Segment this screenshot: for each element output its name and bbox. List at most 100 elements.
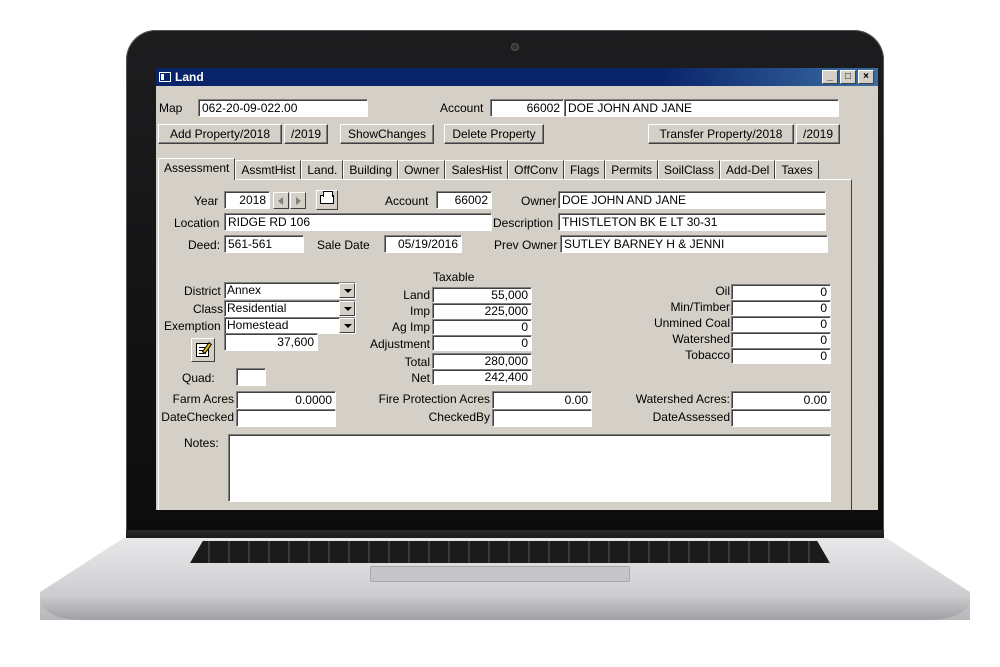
tab-permits[interactable]: Permits (605, 160, 658, 180)
account-name-field[interactable]: DOE JOHN AND JANE (564, 99, 839, 117)
unmined-coal-label: Unmined Coal (653, 316, 730, 330)
prev-year-icon[interactable] (273, 192, 289, 209)
map-field[interactable]: 062-20-09-022.00 (198, 99, 368, 117)
chevron-down-icon[interactable] (339, 318, 355, 333)
tab-land[interactable]: Land. (301, 160, 344, 180)
land-label: Land (403, 288, 430, 302)
minimize-icon[interactable]: _ (822, 70, 838, 84)
land-window: Land _ □ × Map 062-20-09-022.00 Account … (156, 68, 878, 510)
unmined-coal-field[interactable]: 0 (731, 316, 831, 332)
map-label: Map (159, 101, 183, 115)
tab-owner[interactable]: Owner (398, 160, 446, 180)
location-field[interactable]: RIDGE RD 106 (224, 213, 492, 231)
net-value-field[interactable]: 242,400 (432, 369, 532, 385)
show-changes-button[interactable]: ShowChanges (340, 124, 434, 144)
tab-flags[interactable]: Flags (563, 160, 606, 180)
district-select[interactable]: Annex (224, 282, 356, 299)
print-button[interactable] (316, 190, 338, 210)
adjustment-label: Adjustment (369, 337, 430, 351)
tab-assmthist[interactable]: AssmtHist (235, 160, 302, 180)
account-label-2: Account (385, 194, 429, 208)
tab-taxes[interactable]: Taxes (775, 160, 819, 180)
owner-label: Owner (521, 194, 557, 208)
window-title: Land (175, 70, 204, 84)
transfer-property-2018-button[interactable]: Transfer Property/2018 (648, 124, 794, 144)
next-year-icon[interactable] (290, 192, 306, 209)
sale-date-field[interactable]: 05/19/2016 (384, 235, 462, 253)
tab-strip: Assessment AssmtHist Land. Building Owne… (158, 158, 819, 180)
laptop-base-front (40, 594, 970, 620)
farm-acres-field[interactable]: 0.0000 (236, 391, 336, 409)
year-field[interactable]: 2018 (224, 191, 270, 209)
class-label: Class (193, 302, 224, 316)
watershed-field[interactable]: 0 (731, 332, 831, 348)
add-property-2019-button[interactable]: /2019 (284, 124, 328, 144)
exemption-label: Exemption (164, 319, 221, 333)
checked-by-label: CheckedBy (428, 410, 490, 424)
edit-exemption-button[interactable] (191, 338, 215, 362)
tab-add-del[interactable]: Add-Del (719, 160, 776, 180)
tab-offconv[interactable]: OffConv (508, 160, 564, 180)
deed-field[interactable]: 561-561 (224, 235, 304, 253)
chevron-down-icon[interactable] (339, 301, 355, 316)
date-checked-field[interactable] (236, 409, 336, 427)
min-timber-field[interactable]: 0 (731, 300, 831, 316)
year-label: Year (194, 194, 219, 208)
imp-label: Imp (409, 304, 430, 318)
deed-label: Deed: (188, 238, 221, 252)
transfer-property-2019-button[interactable]: /2019 (796, 124, 840, 144)
watershed-label: Watershed (672, 332, 730, 346)
exemption-select[interactable]: Homestead (224, 317, 356, 334)
tab-building[interactable]: Building (343, 160, 399, 180)
trackpad (370, 566, 630, 582)
printer-icon (320, 191, 334, 204)
date-assessed-label: DateAssessed (652, 410, 730, 424)
date-assessed-field[interactable] (731, 409, 831, 427)
quad-label: Quad: (182, 371, 215, 385)
total-label: Total (404, 355, 430, 369)
notes-textarea[interactable] (228, 434, 831, 502)
watershed-acres-label: Watershed Acres: (635, 392, 730, 406)
add-property-2018-button[interactable]: Add Property/2018 (158, 124, 282, 144)
owner-field[interactable]: DOE JOHN AND JANE (558, 191, 826, 209)
description-label: Description (493, 216, 554, 230)
window-controls: _ □ × (822, 70, 874, 84)
class-select[interactable]: Residential (224, 300, 356, 317)
exemption-amount-field[interactable]: 37,600 (224, 333, 318, 351)
total-value-field[interactable]: 280,000 (432, 353, 532, 369)
account-label: Account (440, 101, 484, 115)
checked-by-field[interactable] (492, 409, 592, 427)
title-bar[interactable]: Land _ □ × (156, 68, 878, 86)
tobacco-field[interactable]: 0 (731, 348, 831, 364)
close-icon[interactable]: × (858, 70, 874, 84)
account-field-2[interactable]: 66002 (436, 191, 492, 209)
fire-protection-acres-label: Fire Protection Acres (378, 392, 490, 406)
prev-owner-field[interactable]: SUTLEY BARNEY H & JENNI (560, 235, 828, 253)
laptop-mockup: Land _ □ × Map 062-20-09-022.00 Account … (0, 0, 1000, 667)
fire-protection-acres-field[interactable]: 0.00 (492, 391, 592, 409)
ag-imp-label: Ag Imp (391, 320, 430, 334)
net-label: Net (411, 371, 430, 385)
description-field[interactable]: THISTLETON BK E LT 30-31 (558, 213, 826, 231)
maximize-icon[interactable]: □ (840, 70, 856, 84)
tab-assessment[interactable]: Assessment (158, 158, 236, 180)
delete-property-button[interactable]: Delete Property (444, 124, 544, 144)
prev-owner-label: Prev Owner (494, 238, 558, 252)
adjustment-value-field[interactable]: 0 (432, 335, 532, 351)
farm-acres-label: Farm Acres (172, 392, 234, 406)
quad-field[interactable] (236, 368, 266, 386)
date-checked-label: DateChecked (161, 410, 234, 424)
account-field[interactable]: 66002 (490, 99, 564, 117)
tab-soilclass[interactable]: SoilClass (657, 160, 720, 180)
tobacco-label: Tobacco (685, 348, 730, 362)
oil-label: Oil (715, 284, 730, 298)
app-icon (159, 72, 171, 82)
watershed-acres-field[interactable]: 0.00 (731, 391, 831, 409)
oil-field[interactable]: 0 (731, 284, 831, 300)
imp-value-field[interactable]: 225,000 (432, 303, 532, 319)
chevron-down-icon[interactable] (339, 283, 355, 298)
tab-saleshist[interactable]: SalesHist (445, 160, 509, 180)
taxable-heading: Taxable (433, 270, 475, 284)
land-value-field[interactable]: 55,000 (432, 287, 532, 303)
ag-imp-value-field[interactable]: 0 (432, 319, 532, 335)
